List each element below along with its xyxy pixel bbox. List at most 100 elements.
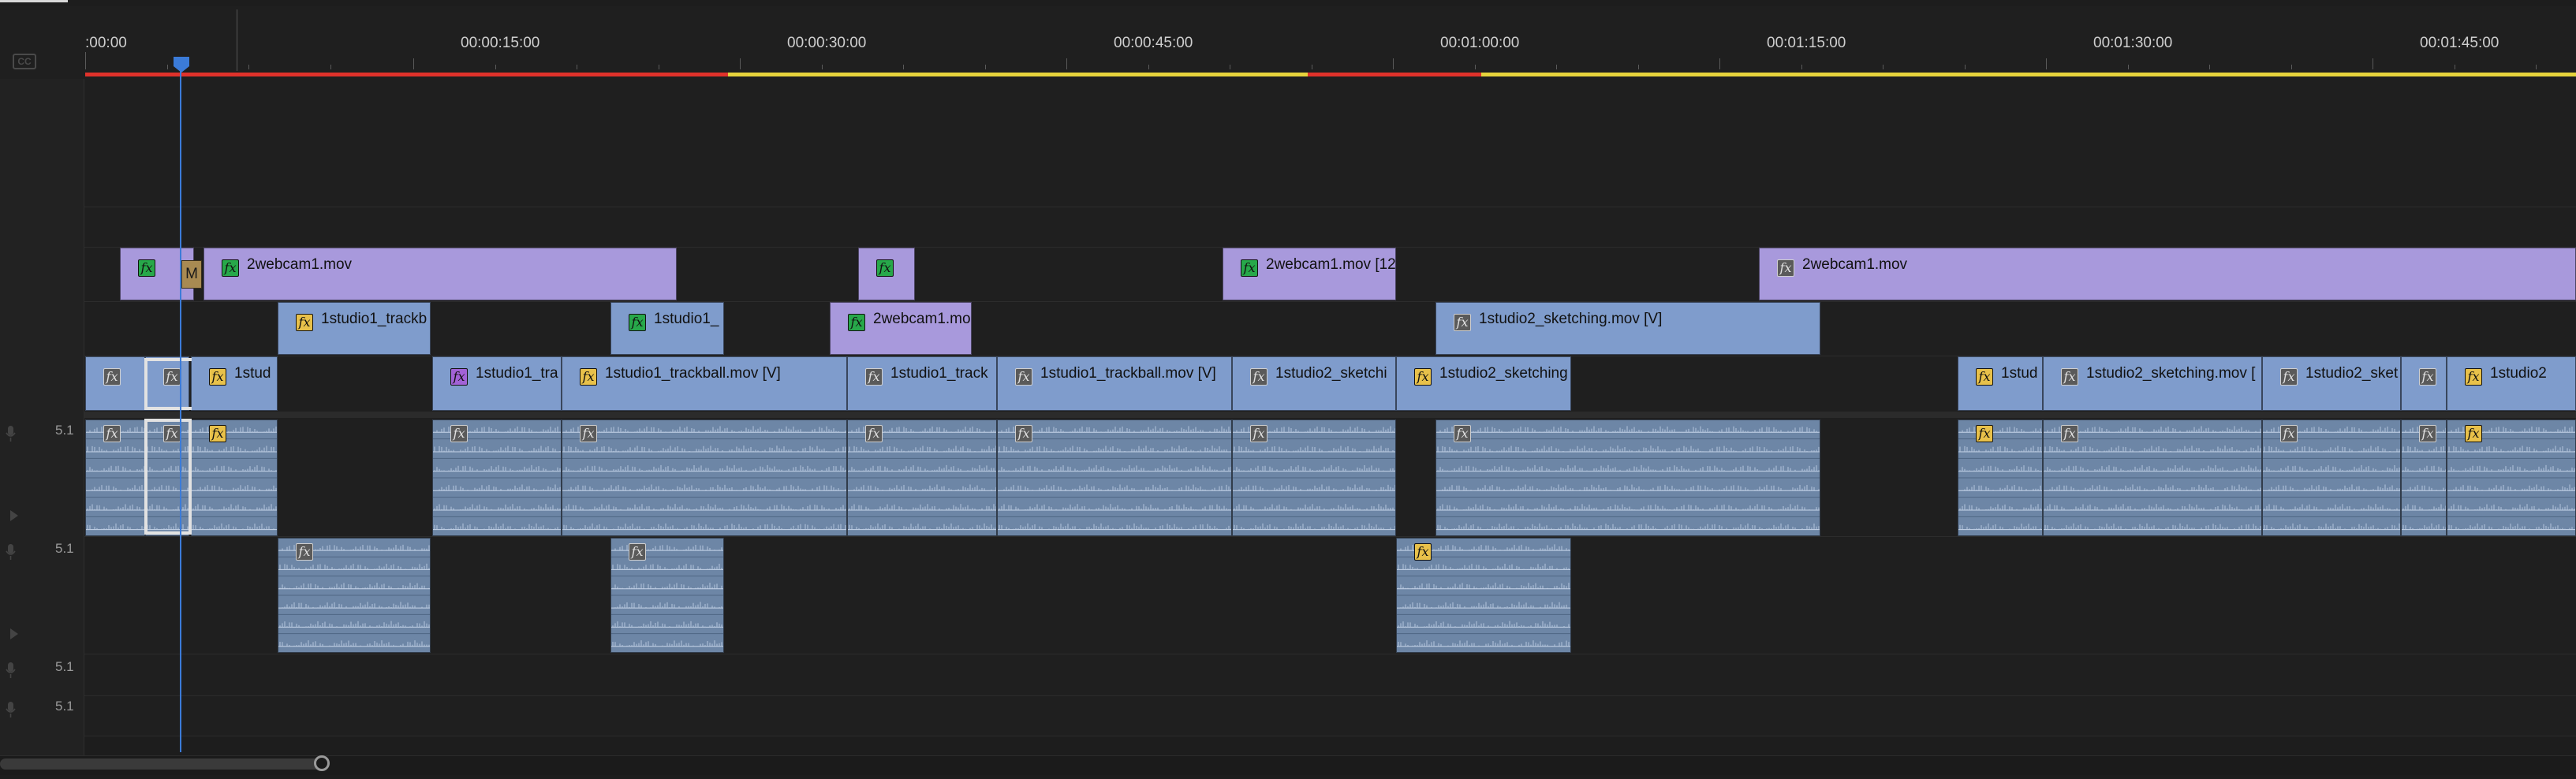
expand-track-icon[interactable] bbox=[9, 509, 19, 522]
fx-badge-icon[interactable]: fx bbox=[865, 368, 883, 386]
audio-clip[interactable]: fx bbox=[1435, 419, 1820, 536]
video-clip[interactable]: fx 1studio2_sketchi bbox=[1232, 356, 1396, 411]
fx-badge-icon[interactable]: fx bbox=[629, 543, 646, 561]
audio-clip[interactable]: fx bbox=[278, 538, 431, 653]
fx-badge-icon[interactable]: fx bbox=[103, 368, 121, 386]
scrollbar-thumb[interactable] bbox=[0, 758, 322, 770]
microphone-icon[interactable] bbox=[6, 544, 16, 560]
audio-clip[interactable]: fx bbox=[432, 419, 562, 536]
video-clip[interactable]: fx bbox=[85, 356, 145, 411]
fx-badge-icon[interactable]: fx bbox=[1250, 368, 1267, 386]
audio-clip[interactable]: fx bbox=[2043, 419, 2262, 536]
playhead-handle[interactable] bbox=[172, 55, 191, 74]
fx-badge-icon[interactable]: fx bbox=[580, 368, 597, 386]
zoom-handle[interactable] bbox=[314, 755, 330, 771]
video-clip[interactable]: fx 1studio2_sketching.mov [ bbox=[2043, 356, 2262, 411]
clip-selection-bracket[interactable] bbox=[144, 419, 192, 535]
time-ruler[interactable] bbox=[0, 6, 2576, 79]
fx-badge-icon[interactable]: fx bbox=[1454, 314, 1471, 331]
audio-clip[interactable]: fx bbox=[562, 419, 847, 536]
video-clip[interactable]: fx 1studio1_trackb bbox=[278, 302, 431, 355]
clip-marker[interactable]: M bbox=[181, 260, 202, 289]
captions-icon[interactable]: CC bbox=[13, 54, 36, 69]
horizontal-scrollbar[interactable] bbox=[0, 755, 2576, 775]
audio-clip[interactable]: fx bbox=[85, 419, 145, 536]
fx-badge-icon[interactable]: fx bbox=[450, 425, 468, 442]
fx-badge-icon[interactable]: fx bbox=[103, 425, 121, 442]
fx-badge-icon[interactable]: fx bbox=[222, 259, 239, 277]
video-clip[interactable]: fx 1studio1_trackball.mov [V] bbox=[562, 356, 847, 411]
video-clip[interactable]: fx bbox=[2401, 356, 2447, 411]
fx-badge-icon[interactable]: fx bbox=[876, 259, 894, 277]
fx-badge-icon[interactable]: fx bbox=[629, 314, 646, 331]
video-clip[interactable]: fx 1studio2_sket bbox=[2262, 356, 2401, 411]
video-clip[interactable]: fx 1studio1_tra bbox=[432, 356, 562, 411]
video-clip[interactable]: fx 1studio1_track bbox=[847, 356, 997, 411]
video-clip[interactable]: fx 2webcam1.mo bbox=[830, 302, 972, 355]
audio-clip[interactable]: fx bbox=[2262, 419, 2401, 536]
fx-badge-icon[interactable]: fx bbox=[1777, 259, 1794, 277]
timecode-label: 00:01:30:00 bbox=[2093, 35, 2173, 51]
fx-badge-icon[interactable]: fx bbox=[138, 259, 155, 277]
audio-clip[interactable]: fx bbox=[1232, 419, 1396, 536]
audio-clip[interactable]: fx bbox=[2447, 419, 2576, 536]
fx-badge-icon[interactable]: fx bbox=[1454, 425, 1471, 442]
fx-badge-icon[interactable]: fx bbox=[2419, 368, 2436, 386]
fx-badge-icon[interactable]: fx bbox=[1414, 368, 1432, 386]
audio-clip[interactable]: fx bbox=[847, 419, 997, 536]
fx-badge-icon[interactable]: fx bbox=[296, 543, 313, 561]
fx-badge-icon[interactable]: fx bbox=[1015, 368, 1032, 386]
microphone-icon[interactable] bbox=[6, 702, 16, 718]
audio-clip[interactable]: fx bbox=[610, 538, 724, 653]
clip-selection-bracket[interactable] bbox=[144, 358, 192, 410]
fx-badge-icon[interactable]: fx bbox=[1015, 425, 1032, 442]
audio-clip[interactable]: fx bbox=[1396, 538, 1571, 653]
fx-badge-icon[interactable]: fx bbox=[2061, 368, 2078, 386]
fx-badge-icon[interactable]: fx bbox=[2280, 425, 2298, 442]
fx-badge-icon[interactable]: fx bbox=[2465, 425, 2482, 442]
video-clip[interactable]: fx 1studio2_sketching.mov [V] bbox=[1435, 302, 1820, 355]
playhead-line[interactable] bbox=[180, 66, 181, 752]
fx-badge-icon[interactable]: fx bbox=[580, 425, 597, 442]
render-status-bar bbox=[85, 73, 2576, 76]
video-clip[interactable]: fx 1stud bbox=[191, 356, 278, 411]
video-clip[interactable]: fx 2webcam1.mov bbox=[1759, 248, 2576, 300]
ruler-minor-tick bbox=[2127, 65, 2129, 69]
fx-badge-icon[interactable]: fx bbox=[1414, 543, 1432, 561]
video-clip[interactable]: fx 2webcam1.mov bbox=[203, 248, 677, 300]
ruler-minor-tick bbox=[903, 65, 904, 69]
audio-clip[interactable]: fx bbox=[997, 419, 1232, 536]
microphone-icon[interactable] bbox=[6, 426, 16, 442]
audio-clip[interactable]: fx bbox=[1958, 419, 2043, 536]
fx-badge-icon[interactable]: fx bbox=[1976, 368, 1993, 386]
fx-badge-icon[interactable]: fx bbox=[2465, 368, 2482, 386]
video-clip[interactable]: fx 2webcam1.mov [12 bbox=[1223, 248, 1396, 300]
audio-clip[interactable]: fx bbox=[191, 419, 278, 536]
fx-badge-icon[interactable]: fx bbox=[2280, 368, 2298, 386]
render-segment bbox=[1481, 73, 2576, 76]
ruler-minor-tick bbox=[1637, 65, 1639, 69]
expand-track-icon[interactable] bbox=[9, 628, 19, 640]
video-clip[interactable]: fx 1studio2_sketching bbox=[1396, 356, 1571, 411]
fx-badge-icon[interactable]: fx bbox=[848, 314, 865, 331]
clip-name: 1studio1_trackball.mov [V] bbox=[1040, 365, 1216, 382]
fx-badge-icon[interactable]: fx bbox=[2419, 425, 2436, 442]
fx-badge-icon[interactable]: fx bbox=[296, 314, 313, 331]
fx-badge-icon[interactable]: fx bbox=[209, 368, 226, 386]
fx-badge-icon[interactable]: fx bbox=[1250, 425, 1267, 442]
fx-badge-icon[interactable]: fx bbox=[450, 368, 468, 386]
microphone-icon[interactable] bbox=[6, 662, 16, 678]
fx-badge-icon[interactable]: fx bbox=[209, 425, 226, 442]
video-clip[interactable]: fx 1stud bbox=[1958, 356, 2043, 411]
audio-clip[interactable]: fx bbox=[2401, 419, 2447, 536]
fx-badge-icon[interactable]: fx bbox=[1241, 259, 1258, 277]
video-clip[interactable]: fx 1studio1_trackball.mov [V] bbox=[997, 356, 1232, 411]
video-clip[interactable]: fx 1studio2 bbox=[2447, 356, 2576, 411]
fx-badge-icon[interactable]: fx bbox=[865, 425, 883, 442]
clip-name: 1studio2_sketching bbox=[1439, 365, 1568, 382]
fx-badge-icon[interactable]: fx bbox=[1976, 425, 1993, 442]
video-clip[interactable]: fx bbox=[858, 248, 915, 300]
ruler-minor-tick bbox=[984, 65, 986, 69]
video-clip[interactable]: fx 1studio1_ bbox=[610, 302, 724, 355]
fx-badge-icon[interactable]: fx bbox=[2061, 425, 2078, 442]
